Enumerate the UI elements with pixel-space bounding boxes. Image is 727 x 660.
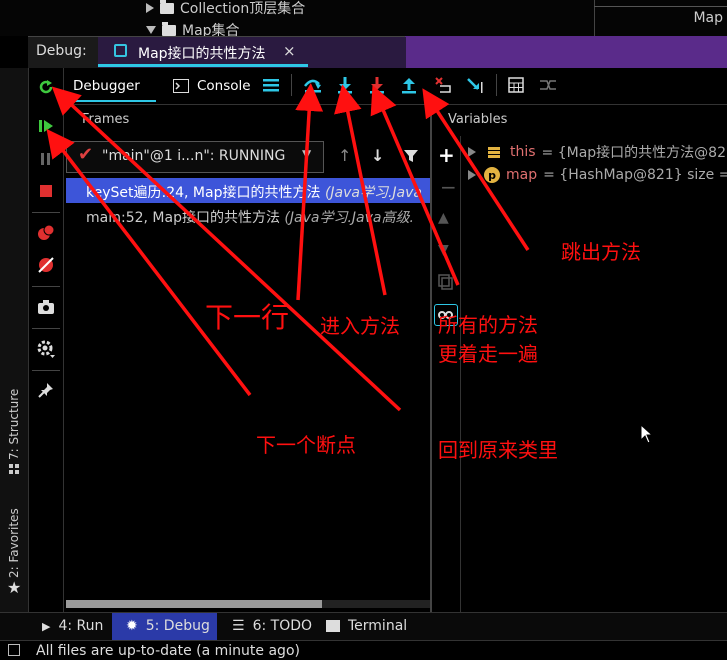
arrow-step-into xyxy=(334,84,387,296)
annotation-all-methods-line1: 所有的方法 xyxy=(438,313,538,337)
annotation-step-out: 跳出方法 xyxy=(561,240,641,264)
arrow-next-line xyxy=(295,83,324,301)
annotation-next-breakpoint: 下一个断点 xyxy=(256,433,356,457)
annotation-next-line: 下一行 xyxy=(205,301,290,334)
mouse-cursor-icon xyxy=(640,424,654,444)
annotation-back-to-class: 回到原来类里 xyxy=(438,438,558,462)
arrow-rerun xyxy=(51,86,402,412)
arrow-step-out xyxy=(422,88,530,251)
annotation-all-methods-line2: 更着走一遍 xyxy=(438,342,538,366)
annotation-step-into: 进入方法 xyxy=(320,314,400,338)
